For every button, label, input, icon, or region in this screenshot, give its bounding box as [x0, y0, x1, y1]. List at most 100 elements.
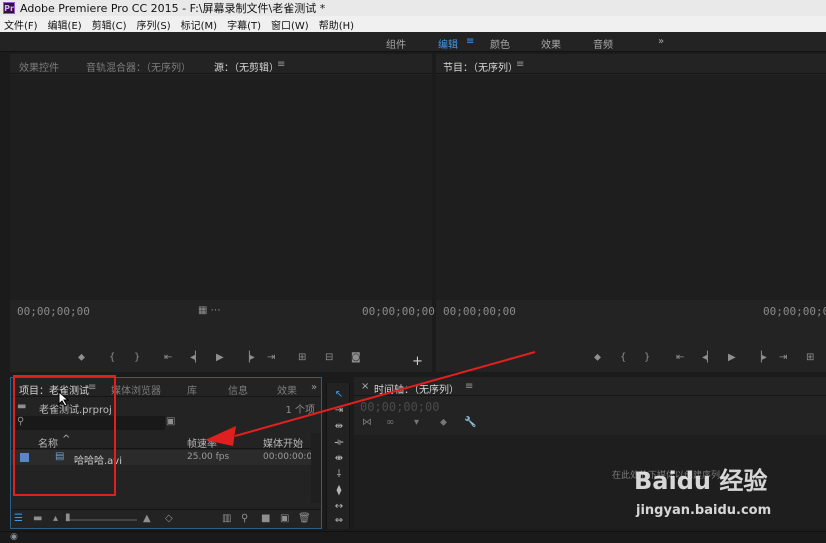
program-add-marker-icon[interactable]: ⬥ [594, 352, 601, 363]
zoom-in-icon[interactable]: ▲ [143, 513, 151, 524]
add-marker-icon[interactable]: ⬥ [78, 352, 85, 363]
find-icon[interactable]: ⚲ [241, 513, 248, 524]
mouse-cursor-icon [58, 391, 70, 407]
timeline-close-icon[interactable]: × [361, 381, 369, 392]
overwrite-icon[interactable]: ⊟ [325, 352, 333, 363]
timeline-timecode[interactable]: 00;00;00;00 [360, 400, 439, 414]
play-icon[interactable]: ▶ [216, 352, 224, 363]
program-panel-menu-icon[interactable]: ≡ [516, 59, 524, 70]
timeline-marker-icon[interactable]: ⬥ [440, 417, 447, 428]
timeline-toolbar: ⋈ ∞ ▾ ⬥ 🔧 [358, 417, 483, 431]
step-forward-icon[interactable]: ▕▸ [242, 352, 255, 363]
new-bin-icon[interactable]: ■ [261, 513, 270, 524]
window-title: Adobe Premiere Pro CC 2015 - F:\屏幕录制文件\老… [20, 2, 326, 15]
program-monitor-panel: 节目：（无序列） ≡ 00;00;00;00 00;00;00;00 ⬥ { }… [436, 54, 826, 372]
program-play-icon[interactable]: ▶ [728, 352, 736, 363]
tab-media-browser[interactable]: 媒体浏览器 [111, 382, 161, 397]
slide-tool-icon[interactable]: ↔ [331, 501, 347, 513]
icon-view-icon[interactable]: ▬ [33, 513, 42, 524]
slip-tool-icon[interactable]: ⧫ [331, 485, 347, 497]
workspace-audio[interactable]: 音频 [593, 36, 613, 51]
list-view-icon[interactable]: ☰ [14, 513, 23, 524]
tab-audio-clip-mixer[interactable]: 音轨混合器：（无序列） [86, 59, 191, 74]
menu-window[interactable]: 窗口(W) [267, 17, 315, 32]
program-mark-out-icon[interactable]: } [644, 352, 650, 363]
snap-icon[interactable]: ⋈ [362, 417, 372, 428]
menu-marker[interactable]: 标记(M) [177, 17, 223, 32]
source-video-area [10, 75, 432, 300]
clip-frame-rate: 25.00 fps [187, 452, 230, 462]
tab-timeline[interactable]: 时间轴：（无序列） [374, 381, 459, 396]
source-drag-video-icon[interactable]: ▦ ⋯ [198, 305, 221, 316]
mark-out-icon[interactable]: } [134, 352, 140, 363]
workspace-effects[interactable]: 效果 [541, 36, 561, 51]
tab-info[interactable]: 信息 [228, 382, 248, 397]
tab-source[interactable]: 源：（无剪辑） [214, 59, 279, 74]
program-go-to-out-icon[interactable]: ⇥ [779, 352, 787, 363]
project-item-count: 1 个项 [285, 405, 315, 416]
program-lift-icon[interactable]: ⊞ [806, 352, 814, 363]
project-scrollbar[interactable] [311, 433, 321, 503]
workspace-editing[interactable]: 编辑 [438, 36, 458, 51]
source-monitor-panel: 效果控件 音轨混合器：（无序列） 源：（无剪辑） ≡ 00;00;00;00 ▦… [10, 54, 435, 372]
tab-effects[interactable]: 效果 [277, 382, 297, 397]
timeline-settings-wrench-icon[interactable]: 🔧 [464, 417, 476, 428]
program-timecode-current[interactable]: 00;00;00;00 [443, 305, 516, 318]
rate-stretch-tool-icon[interactable]: ⇼ [331, 453, 347, 465]
menu-help[interactable]: 帮助(H) [315, 17, 360, 32]
workspace-assembly[interactable]: 组件 [386, 36, 406, 51]
source-timecode-duration: 00;00;00;00 [362, 305, 435, 318]
tab-program[interactable]: 节目：（无序列） [443, 59, 518, 74]
workspace-color[interactable]: 颜色 [490, 36, 510, 51]
program-step-forward-icon[interactable]: ▕▸ [754, 352, 767, 363]
timeline-tabs: × 时间轴：（无序列） ≡ [354, 377, 826, 396]
selection-tool-icon[interactable]: ↖ [331, 389, 347, 401]
step-back-icon[interactable]: ◂▏ [190, 352, 203, 363]
pen-tool-icon[interactable]: ⇔ [331, 515, 347, 527]
program-step-back-icon[interactable]: ◂▏ [702, 352, 715, 363]
new-item-icon[interactable]: ▣ [280, 513, 289, 524]
program-transport-controls: ⬥ { } ⇤ ◂▏ ▶ ▕▸ ⇥ ⊞ [592, 352, 826, 366]
ripple-edit-tool-icon[interactable]: ⇹ [331, 421, 347, 433]
program-go-to-in-icon[interactable]: ⇤ [676, 352, 684, 363]
zoom-slider-handle[interactable]: ▮ [65, 512, 71, 523]
zoom-out-icon[interactable]: ▴ [53, 513, 58, 524]
menu-edit[interactable]: 编辑(E) [44, 17, 88, 32]
program-video-area [436, 75, 826, 300]
export-frame-icon[interactable]: ◙ [351, 352, 361, 363]
tab-libraries[interactable]: 库 [187, 382, 197, 397]
status-eye-icon[interactable]: ◉ [10, 532, 18, 542]
tab-effect-controls[interactable]: 效果控件 [19, 59, 59, 74]
project-overflow-icon[interactable]: » [311, 382, 317, 393]
timeline-panel-menu-icon[interactable]: ≡ [465, 381, 473, 392]
source-timecode-current[interactable]: 00;00;00;00 [17, 305, 90, 318]
program-mark-in-icon[interactable]: { [620, 352, 626, 363]
source-transport-controls: ⬥ { } ⇤ ◂▏ ▶ ▕▸ ⇥ ⊞ ⊟ ◙ [76, 352, 376, 366]
menu-file[interactable]: 文件(F) [0, 17, 44, 32]
menu-title[interactable]: 字幕(T) [223, 17, 267, 32]
column-media-start[interactable]: 媒体开始 [263, 435, 303, 450]
new-search-bin-icon[interactable]: ▣ [166, 416, 175, 427]
track-select-tool-icon[interactable]: ⇥ [331, 405, 347, 417]
menu-bar: 文件(F) 编辑(E) 剪辑(C) 序列(S) 标记(M) 字幕(T) 窗口(W… [0, 16, 826, 32]
menu-sequence[interactable]: 序列(S) [132, 17, 176, 32]
go-to-in-icon[interactable]: ⇤ [164, 352, 172, 363]
program-tabs: 节目：（无序列） ≡ [436, 54, 826, 74]
automate-to-sequence-icon[interactable]: ▥ [222, 513, 231, 524]
insert-icon[interactable]: ⊞ [298, 352, 306, 363]
workspace-menu-icon[interactable]: ≡ [466, 36, 474, 47]
mark-in-icon[interactable]: { [109, 352, 115, 363]
linked-selection-icon[interactable]: ∞ [386, 417, 394, 428]
clear-icon[interactable]: 🗑 [298, 513, 311, 524]
workspace-overflow-icon[interactable]: » [658, 36, 664, 47]
sort-icons-icon[interactable]: ◇ [165, 513, 173, 524]
add-marker-timeline-icon[interactable]: ▾ [414, 417, 419, 428]
button-editor-add-icon[interactable]: + [412, 354, 423, 369]
rolling-edit-tool-icon[interactable]: ⟛ [331, 437, 347, 449]
menu-clip[interactable]: 剪辑(C) [88, 17, 133, 32]
razor-tool-icon[interactable]: ⸸ [331, 469, 347, 481]
column-frame-rate[interactable]: 帧速率 [187, 435, 217, 450]
zoom-slider[interactable] [67, 519, 137, 521]
source-panel-menu-icon[interactable]: ≡ [277, 59, 285, 70]
go-to-out-icon[interactable]: ⇥ [267, 352, 275, 363]
